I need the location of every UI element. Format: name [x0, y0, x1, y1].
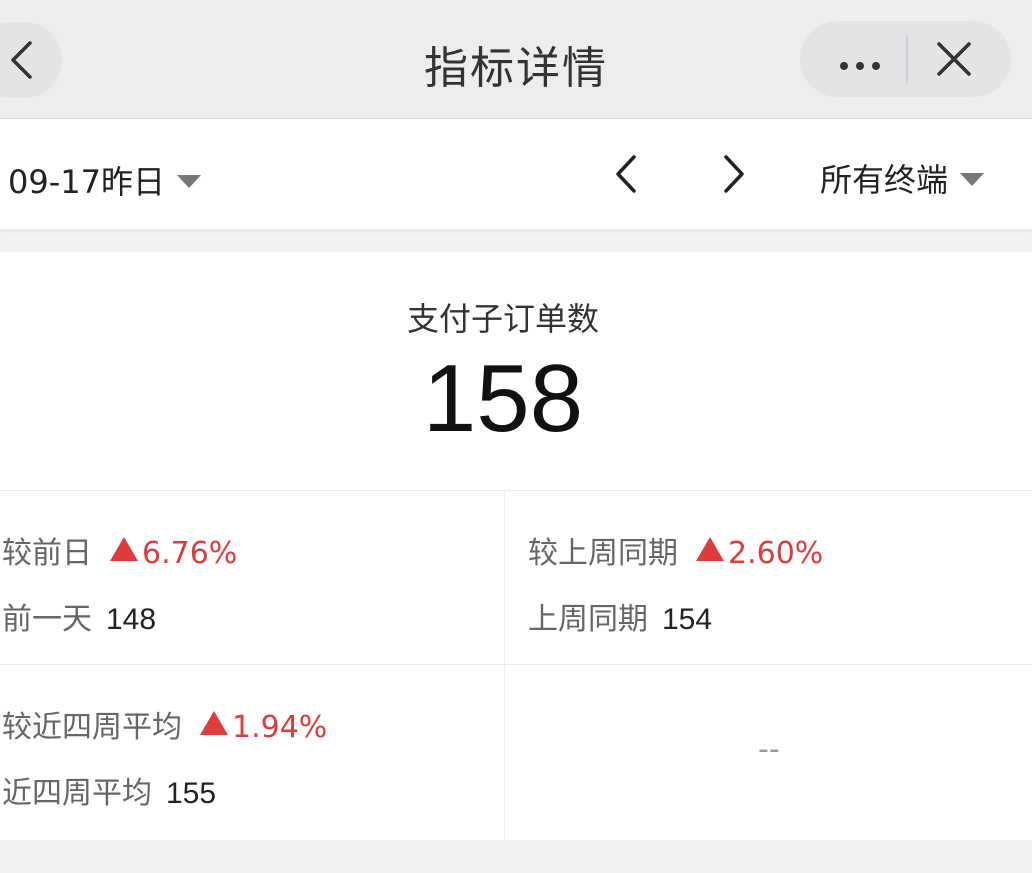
date-selector[interactable]: 09-17昨日 — [8, 157, 201, 203]
nav-bar: 指标详情 — [0, 0, 1032, 119]
triangle-up-icon — [110, 537, 138, 561]
base-value: 154 — [662, 603, 713, 636]
terminal-selector[interactable]: 所有终端 — [820, 155, 985, 201]
terminal-label: 所有终端 — [820, 161, 949, 199]
change-up: 1.94% — [200, 710, 327, 745]
metric-name: 支付子订单数 — [406, 300, 599, 338]
comparison-cell-last-week: 较上周同期 2.60% 上周同期 154 — [528, 528, 823, 638]
triangle-up-icon — [696, 537, 724, 561]
base-label: 上周同期 — [528, 602, 648, 637]
menu-capsule — [800, 21, 1011, 97]
close-icon[interactable] — [934, 39, 974, 79]
base-label: 前一天 — [2, 602, 92, 637]
change-value: 6.76% — [142, 536, 238, 571]
prev-date-button[interactable] — [612, 153, 640, 195]
empty-cell-placeholder: -- — [758, 732, 780, 767]
date-label: 09-17昨日 — [8, 163, 165, 201]
caret-down-icon — [177, 174, 201, 188]
triangle-up-icon — [200, 711, 228, 735]
base-value: 155 — [166, 777, 217, 810]
metric-card: 支付子订单数 158 较前日 6.76% 前一天 148 较上周同期 2.60% 上周… — [0, 252, 1032, 840]
bottom-background — [0, 840, 1032, 873]
capsule-divider — [906, 35, 908, 83]
comparison-cell-four-week-avg: 较近四周平均 1.94% 近四周平均 155 — [2, 702, 327, 812]
base-label: 近四周平均 — [2, 776, 152, 811]
grid-divider — [0, 664, 1032, 665]
base-value: 148 — [106, 603, 157, 636]
comparison-label: 较近四周平均 — [2, 710, 182, 745]
change-up: 2.60% — [696, 536, 823, 571]
change-up: 6.76% — [110, 536, 237, 571]
comparison-cell-prev-day: 较前日 6.76% 前一天 148 — [2, 528, 237, 638]
change-value: 1.94% — [232, 710, 328, 745]
comparison-label: 较上周同期 — [528, 536, 678, 571]
filter-bar: 09-17昨日 所有终端 — [0, 119, 1032, 229]
more-dots-icon[interactable] — [840, 55, 888, 74]
metric-value: 158 — [422, 345, 584, 452]
grid-divider-vertical — [504, 490, 505, 840]
change-value: 2.60% — [728, 536, 824, 571]
comparison-label: 较前日 — [2, 536, 92, 571]
next-date-button[interactable] — [720, 153, 748, 195]
caret-down-icon — [960, 172, 985, 186]
grid-divider — [0, 490, 1032, 491]
